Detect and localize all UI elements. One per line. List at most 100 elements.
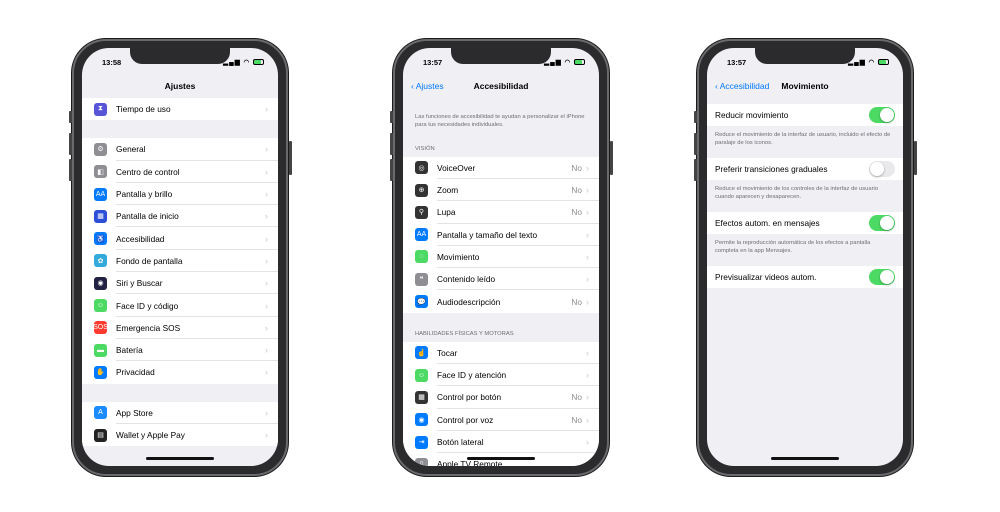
list-item[interactable]: ⚲ Lupa No ›	[403, 201, 599, 224]
chevron-right-icon: ›	[586, 274, 589, 285]
chevron-right-icon: ›	[265, 367, 268, 378]
list-item[interactable]: ⚙ General ›	[82, 138, 278, 161]
hand-icon: ✋	[94, 365, 107, 379]
battery-icon	[574, 59, 585, 66]
item-label: App Store	[116, 407, 153, 418]
list-item[interactable]: AA Pantalla y brillo ›	[82, 183, 278, 206]
toggle-row: Efectos autom. en mensajes	[707, 212, 903, 234]
settings-group: Reducir movimiento	[707, 104, 903, 127]
list-item[interactable]: ⇥ Botón lateral ›	[403, 431, 599, 454]
notch	[755, 48, 855, 64]
item-label: VoiceOver	[437, 162, 476, 173]
toggle-switch[interactable]	[869, 268, 895, 285]
grid-icon: ▦	[94, 209, 107, 223]
side-button	[694, 159, 697, 181]
setting-description: Reduce el movimiento de los controles de…	[715, 186, 879, 201]
list-item[interactable]: ▬ Batería ›	[82, 339, 278, 362]
settings-group: ☝ Tocar › ☺ Face ID y atención › ▦ Control por …	[403, 341, 599, 466]
settings-group: Previsualizar videos autom.	[707, 265, 903, 289]
chevron-right-icon: ›	[265, 211, 268, 222]
side-button	[390, 111, 393, 123]
text-size-icon: AA	[415, 228, 428, 242]
chevron-right-icon: ›	[586, 414, 589, 425]
list-item[interactable]: ☺ Face ID y atención ›	[403, 364, 599, 387]
app-store-icon: A	[94, 406, 107, 420]
face-id-icon: ☺	[94, 299, 107, 313]
list-item[interactable]: AA Pantalla y tamaño del texto ›	[403, 224, 599, 247]
list-item[interactable]: ♿ Accesibilidad ›	[82, 227, 278, 251]
side-button	[289, 141, 292, 175]
toggle-row: Reducir movimiento	[707, 104, 903, 126]
list-item[interactable]: 💬 Audiodescripción No ›	[403, 290, 599, 312]
list-item[interactable]: SOS Emergencia SOS ›	[82, 317, 278, 340]
chevron-right-icon: ›	[265, 278, 268, 289]
screen: 13:57 ▂▄▆ ◠ ‹ Accesibilidad Movimiento Redu…	[707, 48, 903, 466]
status-icons: ▂▄▆ ◠	[544, 58, 585, 66]
list-item[interactable]: ▦ Pantalla de inicio ›	[82, 205, 278, 228]
status-time: 13:58	[102, 58, 122, 67]
nav-bar: ‹ Accesibilidad Movimiento	[707, 74, 903, 98]
chevron-right-icon: ›	[586, 296, 589, 307]
list-item[interactable]: ✿ Fondo de pantalla ›	[82, 250, 278, 273]
wifi-icon: ◠	[868, 59, 876, 66]
item-label: Control por voz	[437, 414, 494, 425]
speech-icon: ❝	[415, 272, 428, 286]
item-value: No	[571, 162, 582, 173]
item-label: Privacidad	[116, 367, 155, 378]
item-label: Control por botón	[437, 392, 502, 403]
home-indicator[interactable]	[771, 457, 839, 460]
list-item[interactable]: ▦ Control por botón No ›	[403, 386, 599, 409]
side-button-icon: ⇥	[415, 435, 428, 449]
list-item[interactable]: ❝ Contenido leído ›	[403, 268, 599, 291]
list-item[interactable]: ◌ Movimiento ›	[403, 246, 599, 269]
screen: 13:58 ▂▄▆ ◠ Ajustes ⧗ Tiempo de uso › ⚙ Genera…	[82, 48, 278, 466]
status-icons: ▂▄▆ ◠	[223, 58, 264, 66]
list-item[interactable]: A App Store ›	[82, 402, 278, 425]
chevron-right-icon: ›	[265, 345, 268, 356]
wifi-icon: ◠	[564, 59, 572, 66]
list-item[interactable]: ▤ Wallet y Apple Pay ›	[82, 424, 278, 446]
side-button	[694, 111, 697, 123]
item-value: No	[571, 185, 582, 196]
list-item[interactable]: ⊕ Zoom No ›	[403, 179, 599, 202]
voiceover-icon: ◎	[415, 161, 428, 175]
zoom-icon: ⊕	[415, 183, 428, 197]
chevron-right-icon: ›	[586, 207, 589, 218]
sos-icon: SOS	[93, 321, 108, 335]
nav-bar: Ajustes	[82, 74, 278, 98]
chevron-right-icon: ›	[265, 104, 268, 115]
home-indicator[interactable]	[146, 457, 214, 460]
toggle-switch[interactable]	[869, 107, 895, 124]
item-value: No	[571, 207, 582, 218]
item-label: Apple TV Remote	[437, 459, 503, 466]
siri-icon: ◉	[94, 276, 107, 290]
list-item[interactable]: ✋ Privacidad ›	[82, 361, 278, 383]
list-item[interactable]: ◎ VoiceOver No ›	[403, 157, 599, 180]
toggle-switch[interactable]	[869, 214, 895, 231]
side-button	[69, 159, 72, 181]
screen: 13:57 ▂▄▆ ◠ ‹ Ajustes Accesibilidad Las fun…	[403, 48, 599, 466]
page-title: Ajustes	[164, 81, 196, 91]
list-item[interactable]: ⧗ Tiempo de uso ›	[82, 98, 278, 120]
section-header: HABILIDADES FÍSICAS Y MOTORAS	[415, 330, 514, 337]
iphone: 13:57 ▂▄▆ ◠ ‹ Ajustes Accesibilidad Las fun…	[390, 39, 613, 476]
list-item[interactable]: ☝ Tocar ›	[403, 342, 599, 365]
list-item[interactable]: ◉ Control por voz No ›	[403, 409, 599, 432]
intro-text: Las funciones de accesibilidad te ayudan…	[415, 114, 585, 128]
list-item[interactable]: ◧ Centro de control ›	[82, 161, 278, 184]
item-label: Lupa	[437, 207, 456, 218]
list-item[interactable]: ☺ Face ID y código ›	[82, 294, 278, 317]
toggle-switch[interactable]	[869, 161, 895, 178]
item-label: Audiodescripción	[437, 296, 501, 307]
home-indicator[interactable]	[467, 457, 535, 460]
item-label: Face ID y atención	[437, 370, 507, 381]
settings-group: Preferir transiciones graduales	[707, 157, 903, 181]
item-label: Emergencia SOS	[116, 322, 181, 333]
list-item[interactable]: ◉ Siri y Buscar ›	[82, 272, 278, 295]
item-label: General	[116, 144, 146, 155]
item-label: Tocar	[437, 347, 458, 358]
switch-control-icon: ▦	[415, 390, 428, 404]
voice-control-icon: ◉	[415, 413, 428, 427]
